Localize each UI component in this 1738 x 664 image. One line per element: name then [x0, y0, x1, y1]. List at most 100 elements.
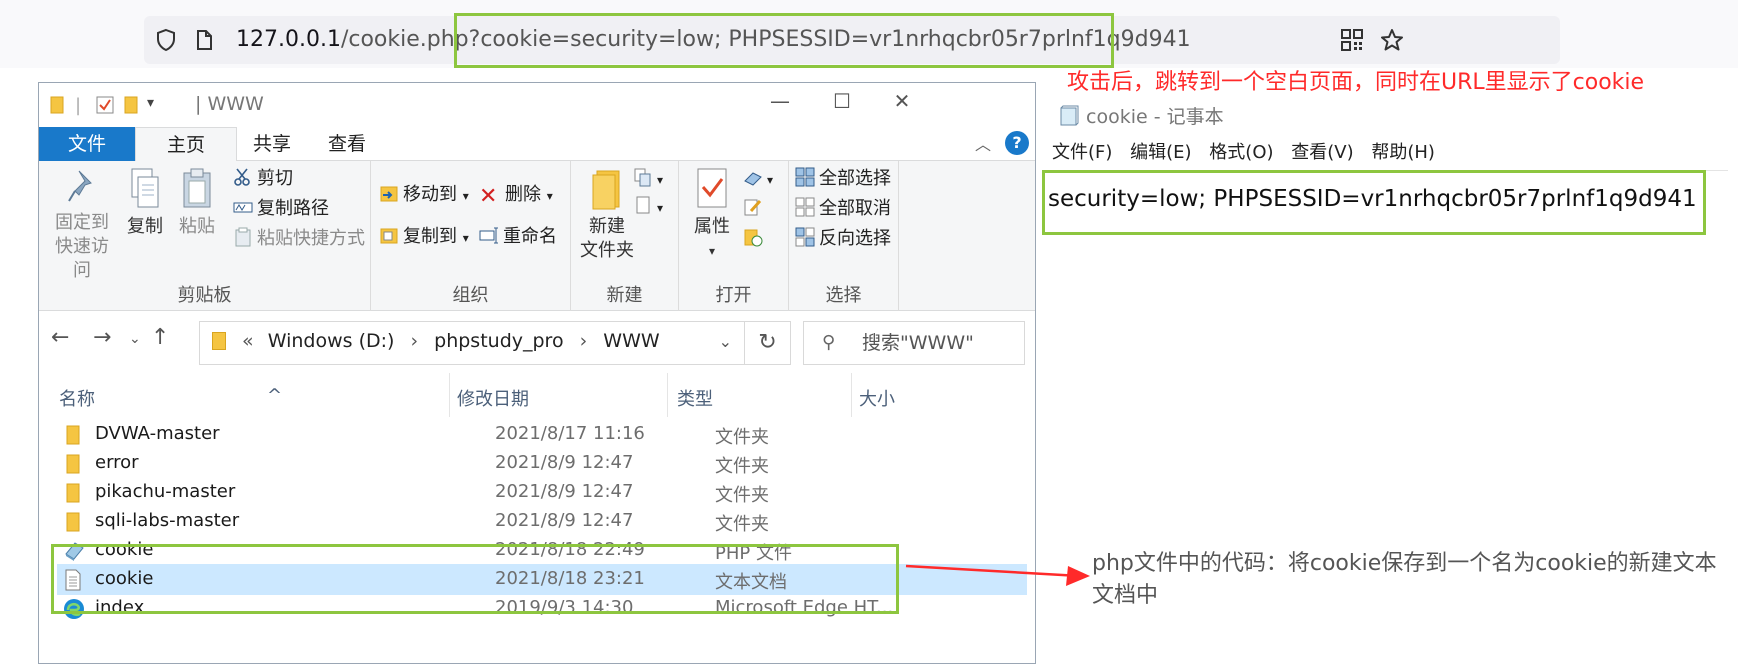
- select-none-button[interactable]: 全部取消: [795, 197, 891, 221]
- folder-icon: [63, 453, 83, 475]
- column-divider[interactable]: [449, 373, 450, 417]
- table-row[interactable]: error 2021/8/9 12:47 文件夹: [57, 448, 1027, 479]
- search-input[interactable]: [862, 330, 1012, 356]
- table-row[interactable]: sqli-labs-master 2021/8/9 12:47 文件夹: [57, 506, 1027, 537]
- collapse-ribbon-icon[interactable]: ︿: [975, 131, 991, 155]
- new-folder-icon: [592, 170, 620, 210]
- column-type[interactable]: 类型: [677, 385, 713, 411]
- address-bar[interactable]: « Windows (D:) › phpstudy_pro › WWW ⌄: [199, 321, 745, 365]
- pin-quick-access-button[interactable]: 固定到快速访问: [45, 167, 119, 283]
- help-icon[interactable]: ?: [1005, 131, 1029, 155]
- tab-file[interactable]: 文件: [39, 127, 135, 161]
- new-group-label: 新建: [606, 285, 643, 306]
- paste-shortcut-button[interactable]: 粘贴快捷方式: [233, 227, 365, 251]
- breadcrumb-phpstudy[interactable]: phpstudy_pro: [434, 330, 563, 352]
- properties-icon: [697, 168, 727, 208]
- menu-view[interactable]: 查看(V): [1291, 142, 1353, 163]
- select-none-icon: [795, 197, 815, 217]
- breadcrumb-separator-icon[interactable]: ›: [410, 330, 418, 352]
- table-row[interactable]: pikachu-master 2021/8/9 12:47 文件夹: [57, 477, 1027, 508]
- copy-to-dropdown-icon: ▾: [462, 231, 469, 245]
- properties-dropdown-icon: ▾: [708, 244, 716, 258]
- new-folder-button[interactable]: 新建 文件夹: [577, 167, 637, 263]
- column-divider[interactable]: [851, 373, 852, 417]
- copy-label: 复制: [127, 216, 163, 237]
- shield-icon[interactable]: [154, 28, 178, 52]
- table-row[interactable]: DVWA-master 2021/8/17 11:16 文件夹: [57, 419, 1027, 450]
- folder-icon: [212, 332, 226, 350]
- breadcrumb-www[interactable]: WWW: [603, 330, 659, 352]
- delete-label: 删除: [505, 184, 541, 205]
- notepad-title: cookie - 记事本: [1058, 102, 1224, 129]
- column-divider[interactable]: [667, 373, 668, 417]
- file-name: error: [95, 452, 139, 473]
- tab-home[interactable]: 主页: [135, 127, 237, 161]
- ribbon-tabs: 文件 主页 共享 查看 ︿ ?: [39, 127, 1035, 161]
- delete-dropdown-icon: ▾: [546, 189, 553, 203]
- up-arrow-icon[interactable]: ↑: [151, 325, 169, 350]
- column-date[interactable]: 修改日期: [457, 385, 529, 411]
- select-group: 全部选择 全部取消 反向选择 选择: [789, 161, 899, 311]
- properties-check-icon[interactable]: [95, 95, 115, 120]
- history-icon: [743, 227, 763, 247]
- back-arrow-icon[interactable]: ←: [51, 325, 69, 350]
- new-folder-icon[interactable]: [123, 95, 141, 120]
- easy-access-dropdown-icon: ▾: [657, 201, 664, 215]
- column-name[interactable]: 名称: [59, 385, 95, 411]
- breadcrumb-separator-icon[interactable]: ›: [580, 330, 588, 352]
- organize-group-label: 组织: [452, 285, 489, 306]
- close-button[interactable]: ✕: [877, 89, 927, 119]
- menu-help[interactable]: 帮助(H): [1371, 142, 1435, 163]
- maximize-button[interactable]: ☐: [817, 89, 867, 119]
- delete-button[interactable]: ✕ 删除 ▾: [479, 183, 553, 209]
- recent-locations-icon[interactable]: ⌄: [129, 331, 141, 347]
- overflow-chevron-icon[interactable]: «: [242, 330, 254, 352]
- address-dropdown-icon[interactable]: ⌄: [719, 332, 732, 351]
- folder-icon: [63, 424, 83, 446]
- notepad-content-highlight-box: [1042, 170, 1706, 235]
- tab-share[interactable]: 共享: [237, 127, 307, 161]
- minimize-button[interactable]: —: [755, 89, 805, 119]
- copy-to-button[interactable]: 复制到 ▾: [379, 225, 469, 250]
- paste-label: 粘贴: [179, 216, 215, 237]
- forward-arrow-icon[interactable]: →: [93, 325, 111, 350]
- select-all-button[interactable]: 全部选择: [795, 167, 891, 191]
- menu-format[interactable]: 格式(O): [1209, 142, 1273, 163]
- menu-edit[interactable]: 编辑(E): [1130, 142, 1191, 163]
- breadcrumb-drive[interactable]: Windows (D:): [268, 330, 395, 352]
- qr-code-icon[interactable]: [1340, 28, 1364, 52]
- quick-access-dropdown-icon[interactable]: ▾: [147, 95, 154, 111]
- move-to-button[interactable]: 移动到 ▾: [379, 183, 469, 208]
- delete-x-icon: ✕: [479, 184, 498, 209]
- invert-selection-button[interactable]: 反向选择: [795, 227, 891, 251]
- history-button[interactable]: [743, 227, 767, 251]
- edit-icon: [743, 197, 763, 217]
- edit-button[interactable]: [743, 197, 767, 221]
- paste-icon: [183, 168, 211, 208]
- refresh-button[interactable]: ↻: [745, 321, 791, 365]
- move-to-icon: [379, 183, 399, 203]
- search-box[interactable]: ⚲: [803, 321, 1025, 365]
- column-headers: ^ 名称 修改日期 类型 大小: [39, 373, 1035, 417]
- easy-access-button[interactable]: ▾: [633, 195, 663, 220]
- bookmark-star-icon[interactable]: [1380, 28, 1404, 52]
- ribbon: 固定到快速访问 复制 粘贴 剪切 复制路径 粘贴快捷方式 剪贴板 移动到 ▾ 复…: [39, 161, 1035, 311]
- copy-icon: [131, 168, 159, 208]
- search-icon: ⚲: [822, 332, 836, 353]
- copy-button[interactable]: 复制: [123, 167, 167, 239]
- move-to-dropdown-icon: ▾: [462, 189, 469, 203]
- properties-label: 属性: [694, 216, 730, 237]
- copy-path-label: 复制路径: [257, 198, 329, 219]
- new-item-button[interactable]: ▾: [633, 167, 663, 192]
- open-button[interactable]: ▾: [743, 167, 773, 192]
- menu-file[interactable]: 文件(F): [1052, 142, 1112, 163]
- column-size[interactable]: 大小: [859, 385, 895, 411]
- copy-path-button[interactable]: 复制路径: [233, 197, 329, 221]
- select-all-icon: [795, 167, 815, 187]
- properties-button[interactable]: 属性 ▾: [687, 167, 737, 263]
- rename-button[interactable]: 重命名: [479, 225, 557, 249]
- explorer-titlebar: | ▾ | WWW — ☐ ✕: [39, 83, 1035, 127]
- paste-button[interactable]: 粘贴: [175, 167, 219, 239]
- tab-view[interactable]: 查看: [307, 127, 387, 161]
- cut-button[interactable]: 剪切: [233, 167, 293, 191]
